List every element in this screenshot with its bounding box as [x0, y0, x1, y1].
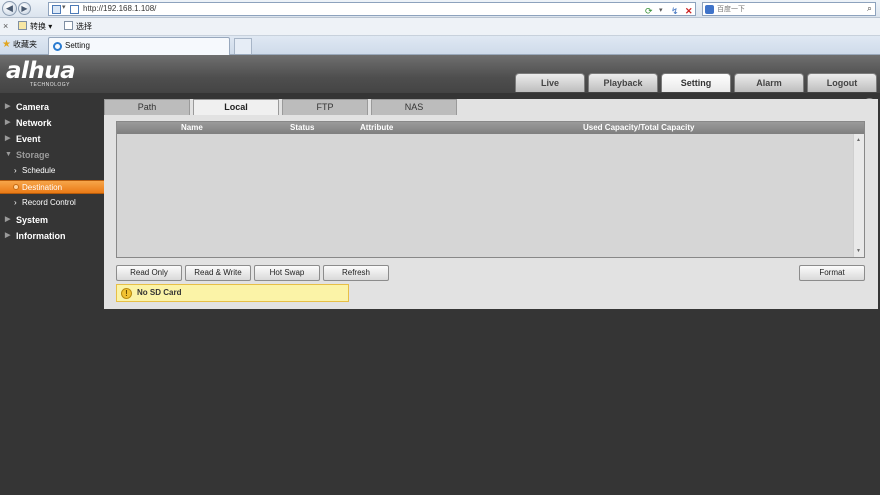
read-only-button[interactable]: Read Only [116, 265, 182, 281]
sidebar-item-label: Camera [16, 102, 50, 112]
column-header-capacity: Used Capacity/Total Capacity [583, 123, 695, 132]
sidebar-subitem-schedule[interactable]: › Schedule [0, 164, 104, 178]
browser-tab-title: Setting [65, 41, 90, 50]
nav-tab-live[interactable]: Live [515, 73, 585, 92]
nav-tab-playback[interactable]: Playback [588, 73, 658, 92]
warning-icon: ! [121, 288, 132, 299]
command-bar: × 转换 ▾ 选择 [0, 18, 880, 36]
search-icon[interactable]: ⌕ [867, 3, 872, 14]
sidebar-item-information[interactable]: ▶ Information [0, 228, 104, 244]
favorites-button[interactable]: ★ 收藏夹 [2, 39, 37, 50]
search-box[interactable]: 百度一下 ⌕ [702, 2, 876, 16]
sidebar-item-storage[interactable]: ▼ Storage [0, 147, 104, 163]
close-bar-icon[interactable]: × [3, 21, 8, 31]
reload-icon[interactable]: ↯ [671, 5, 679, 17]
dropdown-arrow-icon[interactable]: ▾ [62, 3, 66, 11]
sidebar-subitem-label: Record Control [22, 198, 76, 207]
sidebar-subitem-destination[interactable]: Destination [0, 180, 104, 194]
url-text[interactable]: http://192.168.1.108/ [83, 4, 156, 13]
browser-tab-setting[interactable]: Setting [48, 37, 230, 55]
nav-tab-logout[interactable]: Logout [807, 73, 877, 92]
new-tab-button[interactable] [234, 38, 252, 54]
select-label: 选择 [76, 22, 92, 31]
status-alert: ! No SD Card [116, 284, 349, 302]
refresh-button[interactable]: Refresh [323, 265, 389, 281]
sidebar-item-event[interactable]: ▶ Event [0, 131, 104, 147]
sidebar-item-system[interactable]: ▶ System [0, 212, 104, 228]
expand-arrow-icon: ▶ [5, 135, 11, 142]
expand-arrow-icon: ▶ [5, 232, 11, 239]
subtab-local[interactable]: Local [193, 99, 279, 115]
back-button[interactable]: ◀ [2, 1, 17, 16]
address-box[interactable]: ▾ http://192.168.1.108/ ⟳ ▾ ↯ ✕ [48, 2, 696, 16]
nav-tab-alarm[interactable]: Alarm [734, 73, 804, 92]
compat-view-icon [52, 5, 61, 14]
subtab-ftp[interactable]: FTP [282, 99, 368, 115]
address-dropdown-icon[interactable]: ▾ [659, 5, 663, 17]
sidebar: ▶ Camera ▶ Network ▶ Event ▼ Storage › S… [0, 93, 104, 495]
select-command[interactable]: 选择 [64, 21, 92, 32]
active-indicator-icon [13, 184, 19, 190]
convert-command[interactable]: 转换 ▾ [18, 21, 52, 32]
scroll-up-icon[interactable]: ▲ [856, 137, 861, 143]
address-bar-row: ◀ ▶ ▾ http://192.168.1.108/ ⟳ ▾ ↯ ✕ 百度一下… [0, 0, 880, 18]
collapse-arrow-icon: ▼ [5, 151, 12, 158]
ie-icon [53, 42, 62, 51]
stop-icon[interactable]: ✕ [685, 5, 693, 17]
sidebar-item-label: Network [16, 118, 52, 128]
sidebar-subitem-label: Schedule [22, 166, 56, 175]
favorites-label: 收藏夹 [12, 40, 37, 49]
column-header-attribute: Attribute [360, 123, 394, 132]
sidebar-subitem-label: Destination [22, 183, 63, 192]
hot-swap-button[interactable]: Hot Swap [254, 265, 320, 281]
search-placeholder: 百度一下 [717, 6, 745, 13]
sidebar-subitem-record-control[interactable]: › Record Control [0, 196, 104, 210]
table-scrollbar[interactable]: ▲ ▼ [853, 134, 864, 257]
sidebar-item-label: Information [16, 231, 66, 241]
convert-icon [18, 21, 27, 30]
sidebar-item-label: Event [16, 134, 41, 144]
sidebar-item-network[interactable]: ▶ Network [0, 115, 104, 131]
expand-arrow-icon: ▶ [5, 216, 11, 223]
refresh-compat-icon[interactable]: ⟳ [645, 5, 653, 17]
sidebar-item-label: System [16, 215, 49, 225]
brand-logo-subtitle: TECHNOLOGY [30, 82, 71, 88]
subtab-nas[interactable]: NAS [371, 99, 457, 115]
read-write-button[interactable]: Read & Write [185, 265, 251, 281]
brand-logo: alhua [6, 58, 76, 84]
expand-arrow-icon: ▶ [5, 119, 11, 126]
column-header-status: Status [290, 123, 315, 132]
browser-chrome: ◀ ▶ ▾ http://192.168.1.108/ ⟳ ▾ ↯ ✕ 百度一下… [0, 0, 880, 55]
sidebar-item-label: Storage [16, 150, 50, 160]
convert-dropdown-icon[interactable]: ▾ [48, 22, 52, 31]
sidebar-item-camera[interactable]: ▶ Camera [0, 99, 104, 115]
main-panel: Path Local FTP NAS Name Status Attribute… [104, 99, 878, 309]
select-icon [64, 21, 73, 30]
forward-button[interactable]: ▶ [18, 2, 31, 15]
chevron-right-icon: › [14, 166, 17, 175]
subtab-path[interactable]: Path [104, 99, 190, 115]
page-icon [70, 5, 79, 14]
tab-bar: ★ 收藏夹 Setting [0, 36, 880, 55]
expand-arrow-icon: ▶ [5, 103, 11, 110]
forward-arrow-icon: ▶ [21, 4, 28, 13]
column-header-name: Name [181, 123, 203, 132]
storage-device-table: Name Status Attribute Used Capacity/Tota… [116, 121, 865, 258]
scroll-down-icon[interactable]: ▼ [856, 248, 861, 254]
search-engine-icon [705, 5, 714, 14]
chevron-right-icon: › [14, 198, 17, 207]
format-button[interactable]: Format [799, 265, 865, 281]
back-arrow-icon: ◀ [6, 3, 13, 13]
app-header: alhua TECHNOLOGY Live Playback Setting A… [0, 55, 880, 93]
convert-label: 转换 [30, 22, 46, 31]
table-header: Name Status Attribute Used Capacity/Tota… [117, 122, 864, 134]
favorites-star-icon: ★ [2, 39, 11, 50]
alert-text: No SD Card [137, 288, 182, 297]
nav-tab-setting[interactable]: Setting [661, 73, 731, 92]
